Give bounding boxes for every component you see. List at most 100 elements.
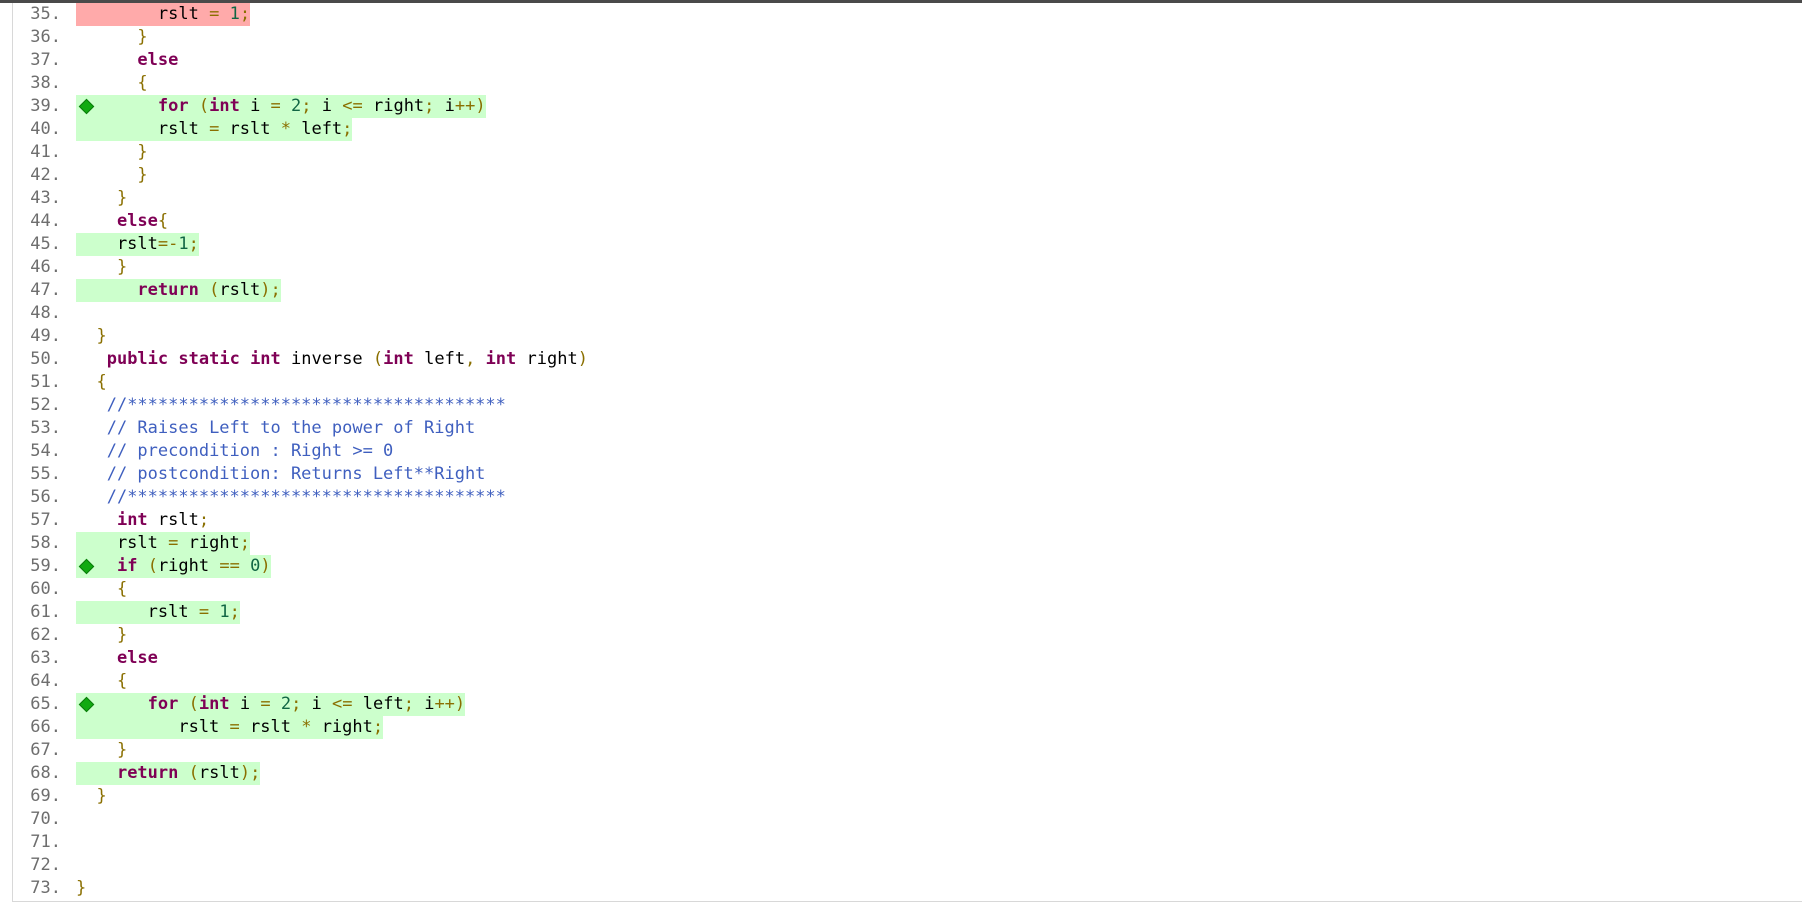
- line-number: 65.: [30, 694, 61, 714]
- code-line: 61. rslt = 1;: [13, 601, 1802, 624]
- code-token: int: [209, 96, 240, 116]
- code-token: 2: [280, 694, 292, 714]
- code-token: =: [260, 694, 271, 714]
- code-line: 42. }: [13, 164, 1802, 187]
- source-code-viewer[interactable]: 35. rslt = 1; 36. } 37. else 38. {39. for (…: [12, 3, 1802, 902]
- code-text: }: [76, 141, 147, 164]
- code-token: i: [229, 694, 261, 714]
- line-number: 72.: [30, 855, 61, 875]
- code-line: 39. for (int i = 2; i <= right; i++): [13, 95, 1802, 118]
- code-token: {: [116, 579, 128, 599]
- code-token: rslt: [76, 4, 210, 24]
- code-token: return: [116, 763, 179, 783]
- code-token: 0: [250, 556, 261, 576]
- code-token: // precondition : Right >= 0: [106, 441, 394, 461]
- code-line: 66. rslt = rslt * right;: [13, 716, 1802, 739]
- code-text: else{: [76, 210, 168, 233]
- line-number: 50.: [30, 349, 61, 369]
- line-number: 48.: [30, 303, 61, 323]
- covered-code-text: rslt = rslt * left;: [76, 118, 353, 141]
- line-number: 36.: [30, 27, 61, 47]
- code-token: rslt: [219, 280, 261, 300]
- code-line: 58. rslt = right;: [13, 532, 1802, 555]
- code-token: <=: [342, 96, 363, 116]
- code-token: int: [383, 349, 414, 369]
- code-token: int: [116, 510, 148, 530]
- code-token: for: [157, 96, 189, 116]
- code-token: *: [301, 717, 312, 737]
- code-token: (: [188, 763, 199, 783]
- code-token: );: [239, 763, 261, 783]
- code-token: }: [76, 878, 87, 898]
- line-number: 60.: [30, 579, 61, 599]
- covered-code-text: for (int i = 2; i <= left; i++): [76, 693, 466, 716]
- code-text: //*************************************: [76, 486, 506, 509]
- code-token: }: [96, 786, 107, 806]
- code-text: }: [76, 624, 127, 647]
- code-text: }: [76, 256, 127, 279]
- code-text: {: [76, 578, 127, 601]
- code-token: {: [157, 211, 169, 231]
- code-line: 52. //**********************************…: [13, 394, 1802, 417]
- code-line: 40. rslt = rslt * left;: [13, 118, 1802, 141]
- line-number: 53.: [30, 418, 61, 438]
- code-token: ++): [454, 96, 486, 116]
- code-token: right: [311, 717, 373, 737]
- code-token: =: [209, 119, 220, 139]
- code-token: //*************************************: [106, 395, 506, 415]
- code-line: 54. // precondition : Right >= 0: [13, 440, 1802, 463]
- code-token: ): [260, 556, 271, 576]
- line-number: 71.: [30, 832, 61, 852]
- code-line: 64. {: [13, 670, 1802, 693]
- code-token: <=: [332, 694, 353, 714]
- code-token: inverse: [280, 349, 373, 369]
- code-token: ;: [188, 234, 199, 254]
- line-number: 63.: [30, 648, 61, 668]
- code-token: public: [106, 349, 169, 369]
- code-token: (: [188, 694, 199, 714]
- code-token: rslt: [76, 602, 199, 622]
- code-token: int: [250, 349, 281, 369]
- code-line: 60. {: [13, 578, 1802, 601]
- code-line: 68. return (rslt);: [13, 762, 1802, 785]
- code-token: }: [96, 326, 107, 346]
- covered-code-text: rslt = rslt * right;: [76, 716, 384, 739]
- code-token: ;: [424, 96, 435, 116]
- line-number: 45.: [30, 234, 61, 254]
- code-token: ;: [372, 717, 384, 737]
- code-token: else: [116, 211, 158, 231]
- code-token: ;: [229, 602, 240, 622]
- code-token: rslt: [76, 717, 230, 737]
- code-line: 43. }: [13, 187, 1802, 210]
- line-number: 51.: [30, 372, 61, 392]
- line-number: 42.: [30, 165, 61, 185]
- code-text: }: [76, 164, 147, 187]
- line-number: 68.: [30, 763, 61, 783]
- code-token: if: [116, 556, 138, 576]
- covered-code-text: rslt = right;: [76, 532, 251, 555]
- code-token: *: [280, 119, 291, 139]
- code-line: 38. {: [13, 72, 1802, 95]
- code-token: else: [116, 648, 158, 668]
- line-number: 49.: [30, 326, 61, 346]
- code-token: static: [178, 349, 240, 369]
- code-line: 45. rslt=-1;: [13, 233, 1802, 256]
- code-line: 70.: [13, 808, 1802, 831]
- code-token: =: [198, 602, 210, 622]
- code-line: 63. else: [13, 647, 1802, 670]
- line-number: 70.: [30, 809, 61, 829]
- code-token: i: [239, 96, 271, 116]
- code-token: ==: [219, 556, 240, 576]
- code-token: int: [485, 349, 517, 369]
